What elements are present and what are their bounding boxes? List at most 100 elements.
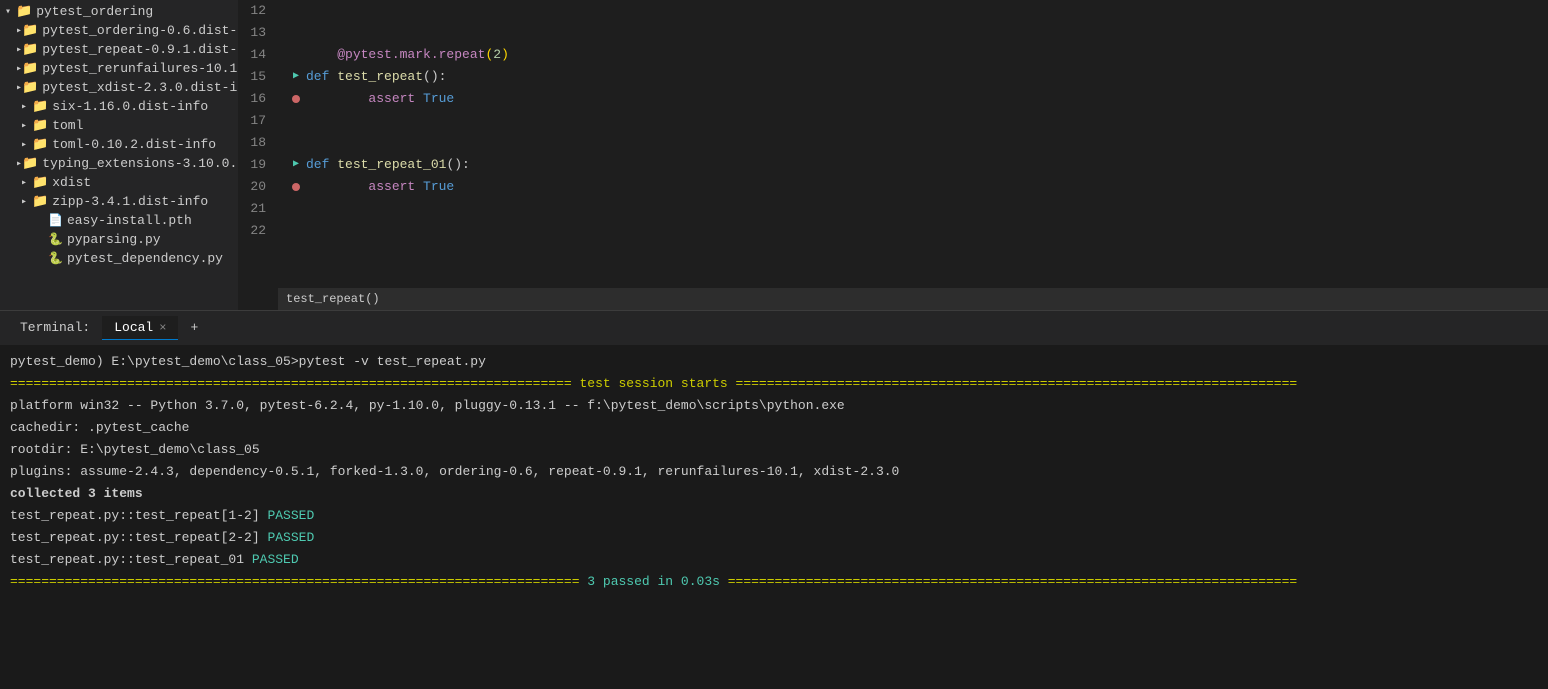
sidebar-item-label: easy-install.pth xyxy=(67,213,192,228)
file-icon: 📄 xyxy=(48,213,63,228)
sidebar-item[interactable]: ▸📁 six-1.16.0.dist-info xyxy=(0,97,238,116)
breadcrumb-text: test_repeat() xyxy=(286,292,380,306)
sidebar-item-label: typing_extensions-3.10.0.0 xyxy=(42,156,238,171)
func-name: test_repeat_01 xyxy=(337,157,446,172)
sidebar-item-label: xdist xyxy=(52,175,91,190)
tab-terminal[interactable]: Terminal: xyxy=(8,316,102,340)
paren-close: ) xyxy=(501,47,509,62)
sidebar: ▾📁pytest_ordering▸📁pytest_ordering-0.6.d… xyxy=(0,0,238,310)
num-val: 2 xyxy=(493,47,501,62)
code-line: ▶ def test_repeat(): xyxy=(286,66,1548,88)
line-number: 13 xyxy=(238,22,266,44)
tab-terminal-label: Terminal: xyxy=(20,320,90,335)
line-number: 14 xyxy=(238,44,266,66)
sidebar-item[interactable]: ▸📁pytest_ordering-0.6.dist-inf xyxy=(0,21,238,40)
tab-local[interactable]: Local × xyxy=(102,316,178,340)
terminal-line: test_repeat.py::test_repeat_01 PASSED xyxy=(10,549,1538,571)
file-icon: 🐍 xyxy=(48,232,63,247)
sidebar-item[interactable]: ▸📁 toml-0.10.2.dist-info xyxy=(0,135,238,154)
sidebar-item-label: pytest_ordering xyxy=(36,4,153,19)
assert-kw: assert xyxy=(368,179,423,194)
line-number: 15 xyxy=(238,66,266,88)
sidebar-item-label: pytest_rerunfailures-10.1.d xyxy=(42,61,238,76)
code-line xyxy=(286,110,1548,132)
sidebar-item[interactable]: ▸📁toml xyxy=(0,116,238,135)
sidebar-item-label: six-1.16.0.dist-info xyxy=(52,99,208,114)
code-text: assert True xyxy=(306,176,454,198)
breakpoint-area xyxy=(286,183,306,191)
code-line: assert True xyxy=(286,88,1548,110)
folder-icon: 📁 xyxy=(32,175,48,190)
test-name: test_repeat.py::test_repeat[2-2] xyxy=(10,530,267,545)
folder-icon: 📁 xyxy=(22,23,38,38)
sidebar-item[interactable]: 🐍pytest_dependency.py xyxy=(0,249,238,268)
terminal-line: platform win32 -- Python 3.7.0, pytest-6… xyxy=(10,395,1538,417)
def-kw: def xyxy=(306,157,337,172)
sidebar-item-label: pytest_ordering-0.6.dist-inf xyxy=(42,23,238,38)
decorator-at: @pytest.mark.repeat xyxy=(337,47,485,62)
sidebar-item[interactable]: ▸📁pytest_xdist-2.3.0.dist-info xyxy=(0,78,238,97)
breakpoint-dot xyxy=(292,95,300,103)
assert-kw: assert xyxy=(368,91,423,106)
terminal-line: cachedir: .pytest_cache xyxy=(10,417,1538,439)
sidebar-item[interactable]: 📄 easy-install.pth xyxy=(0,211,238,230)
code-line: ▶ def test_repeat_01(): xyxy=(286,154,1548,176)
folder-icon: 📁 xyxy=(22,80,38,95)
folder-arrow-icon: ▾ xyxy=(0,6,16,18)
line-number: 16 xyxy=(238,88,266,110)
sidebar-item[interactable]: ▸📁typing_extensions-3.10.0.0 xyxy=(0,154,238,173)
sidebar-item[interactable]: ▸📁 xdist xyxy=(0,173,238,192)
summary-passed: 3 passed in 0.03s xyxy=(587,574,720,589)
folder-arrow-icon: ▸ xyxy=(16,101,32,113)
line-number: 19 xyxy=(238,154,266,176)
code-editor: 1213141516171819202122 @pytest.mark.repe… xyxy=(238,0,1548,310)
run-icon[interactable]: ▶ xyxy=(293,154,299,176)
folder-arrow-icon: ▸ xyxy=(16,120,32,132)
tab-add-icon: + xyxy=(190,320,198,335)
folder-icon: 📁 xyxy=(22,61,38,76)
code-line xyxy=(286,22,1548,44)
line-number: 22 xyxy=(238,220,266,242)
folder-icon: 📁 xyxy=(16,4,32,19)
sidebar-item[interactable]: ▸📁zipp-3.4.1.dist-info xyxy=(0,192,238,211)
breakpoint-dot xyxy=(292,183,300,191)
terminal-line: ========================================… xyxy=(10,571,1538,593)
breadcrumb: test_repeat() xyxy=(278,288,1548,310)
sidebar-item[interactable]: ▸📁pytest_repeat-0.9.1.dist-inf xyxy=(0,40,238,59)
folder-arrow-icon: ▸ xyxy=(16,139,32,151)
tab-add[interactable]: + xyxy=(178,316,210,340)
terminal-line: pytest_demo) E:\pytest_demo\class_05>pyt… xyxy=(10,351,1538,373)
code-lines: @pytest.mark.repeat(2)▶def test_repeat()… xyxy=(278,0,1548,310)
code-line xyxy=(286,198,1548,220)
code-line xyxy=(286,0,1548,22)
run-icon[interactable]: ▶ xyxy=(293,66,299,88)
tab-local-close[interactable]: × xyxy=(159,321,166,335)
summary-sep-right: ========================================… xyxy=(720,574,1297,589)
folder-arrow-icon: ▸ xyxy=(16,177,32,189)
code-text: def test_repeat(): xyxy=(306,66,446,88)
terminal-line: test_repeat.py::test_repeat[1-2] PASSED xyxy=(10,505,1538,527)
sidebar-item[interactable]: ▸📁pytest_rerunfailures-10.1.d xyxy=(0,59,238,78)
folder-icon: 📁 xyxy=(32,99,48,114)
func-parens: (): xyxy=(446,157,469,172)
terminal-section: Terminal: Local × + pytest_demo) E:\pyte… xyxy=(0,310,1548,689)
folder-icon: 📁 xyxy=(22,156,38,171)
code-text: @pytest.mark.repeat(2) xyxy=(306,44,509,66)
sidebar-item-label: toml-0.10.2.dist-info xyxy=(52,137,216,152)
code-text: assert True xyxy=(306,88,454,110)
func-name: test_repeat xyxy=(337,69,423,84)
summary-sep-left: ========================================… xyxy=(10,574,587,589)
code-line xyxy=(286,220,1548,242)
sidebar-item-label: toml xyxy=(52,118,83,133)
sidebar-item[interactable]: 🐍pyparsing.py xyxy=(0,230,238,249)
test-name: test_repeat.py::test_repeat[1-2] xyxy=(10,508,267,523)
code-line xyxy=(286,132,1548,154)
folder-icon: 📁 xyxy=(32,137,48,152)
folder-icon: 📁 xyxy=(22,42,38,57)
sidebar-item-label: pytest_xdist-2.3.0.dist-info xyxy=(42,80,238,95)
line-number: 20 xyxy=(238,176,266,198)
sidebar-item[interactable]: ▾📁 pytest_ordering xyxy=(0,2,238,21)
code-text: def test_repeat_01(): xyxy=(306,154,470,176)
line-numbers: 1213141516171819202122 xyxy=(238,0,278,310)
terminal-tabs: Terminal: Local × + xyxy=(0,310,1548,345)
